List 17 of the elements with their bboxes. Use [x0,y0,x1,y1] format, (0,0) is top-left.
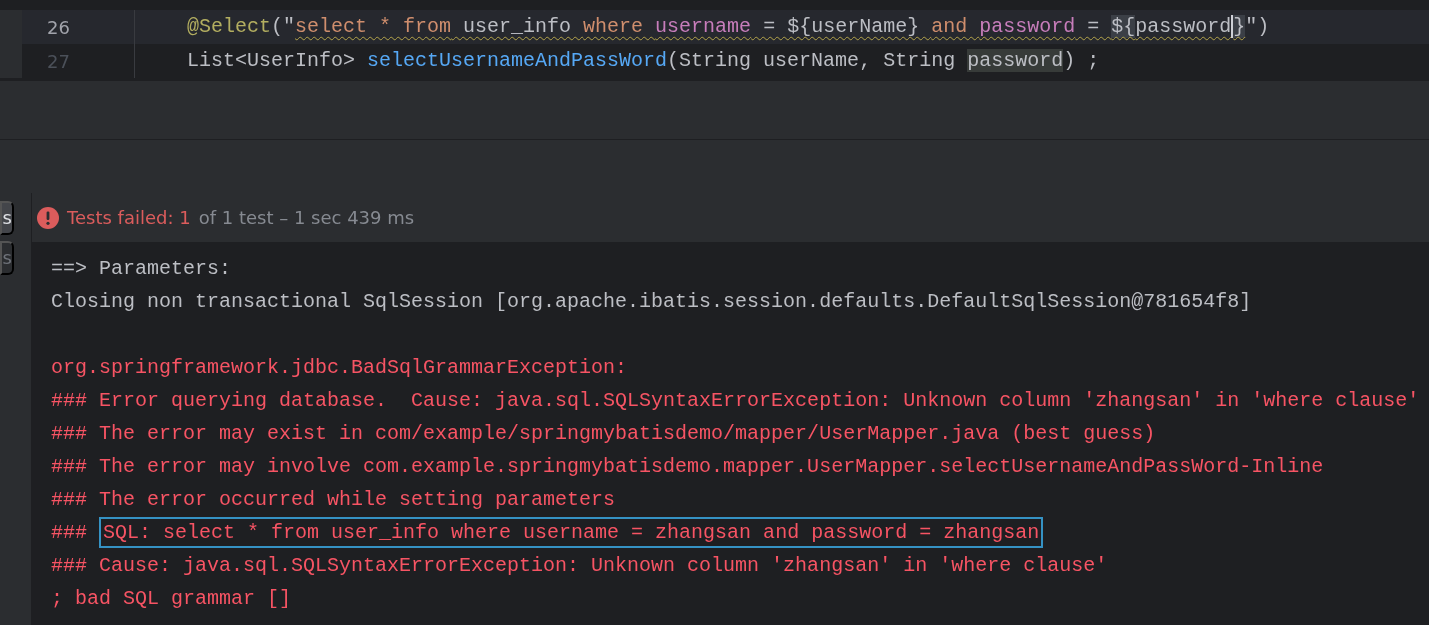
console-line: ### The error may exist in com/example/springmybatisdemo/mapper/UserMapper.java (best guess) [51,421,1157,447]
console-line: ### Error querying database. Cause: java.sql.SQLSyntaxErrorException: Unknown column 'zhangsan' in 'where clause' [51,388,1421,414]
test-summary: of 1 test – 1 sec 439 ms [198,206,415,230]
console-line: ### The error occurred while setting parameters [51,487,617,513]
code-line: @Select("select * from user_info where username = ${userName} and password = ${password}") [186,14,1270,40]
line-number: 26 [46,15,70,40]
console-line: ### Cause: java.sql.SQLSyntaxErrorException: Unknown column 'zhangsan' in 'where clause' [51,553,1109,579]
tests-failed-label: Tests failed: 1 [67,206,191,230]
console-line: org.springframework.jdbc.BadSqlGrammarException: [51,355,629,381]
error-icon [37,206,59,229]
console-line: ### The error may involve com.example.springmybatisdemo.mapper.UserMapper.selectUsernameAndPassWord-Inline [51,454,1325,480]
console-line: ==> Parameters: [51,256,233,282]
code-line: List<UserInfo> selectUsernameAndPassWord(String userName, String password) ; [186,48,1100,74]
console-line: ### [51,521,88,544]
side-tab[interactable]: s [0,201,14,235]
console-line: ; bad SQL grammar [] [51,586,293,612]
console-line: Closing non transactional SqlSession [org.apache.ibatis.session.defaults.DefaultSqlSession@781654f8] [51,289,1253,315]
